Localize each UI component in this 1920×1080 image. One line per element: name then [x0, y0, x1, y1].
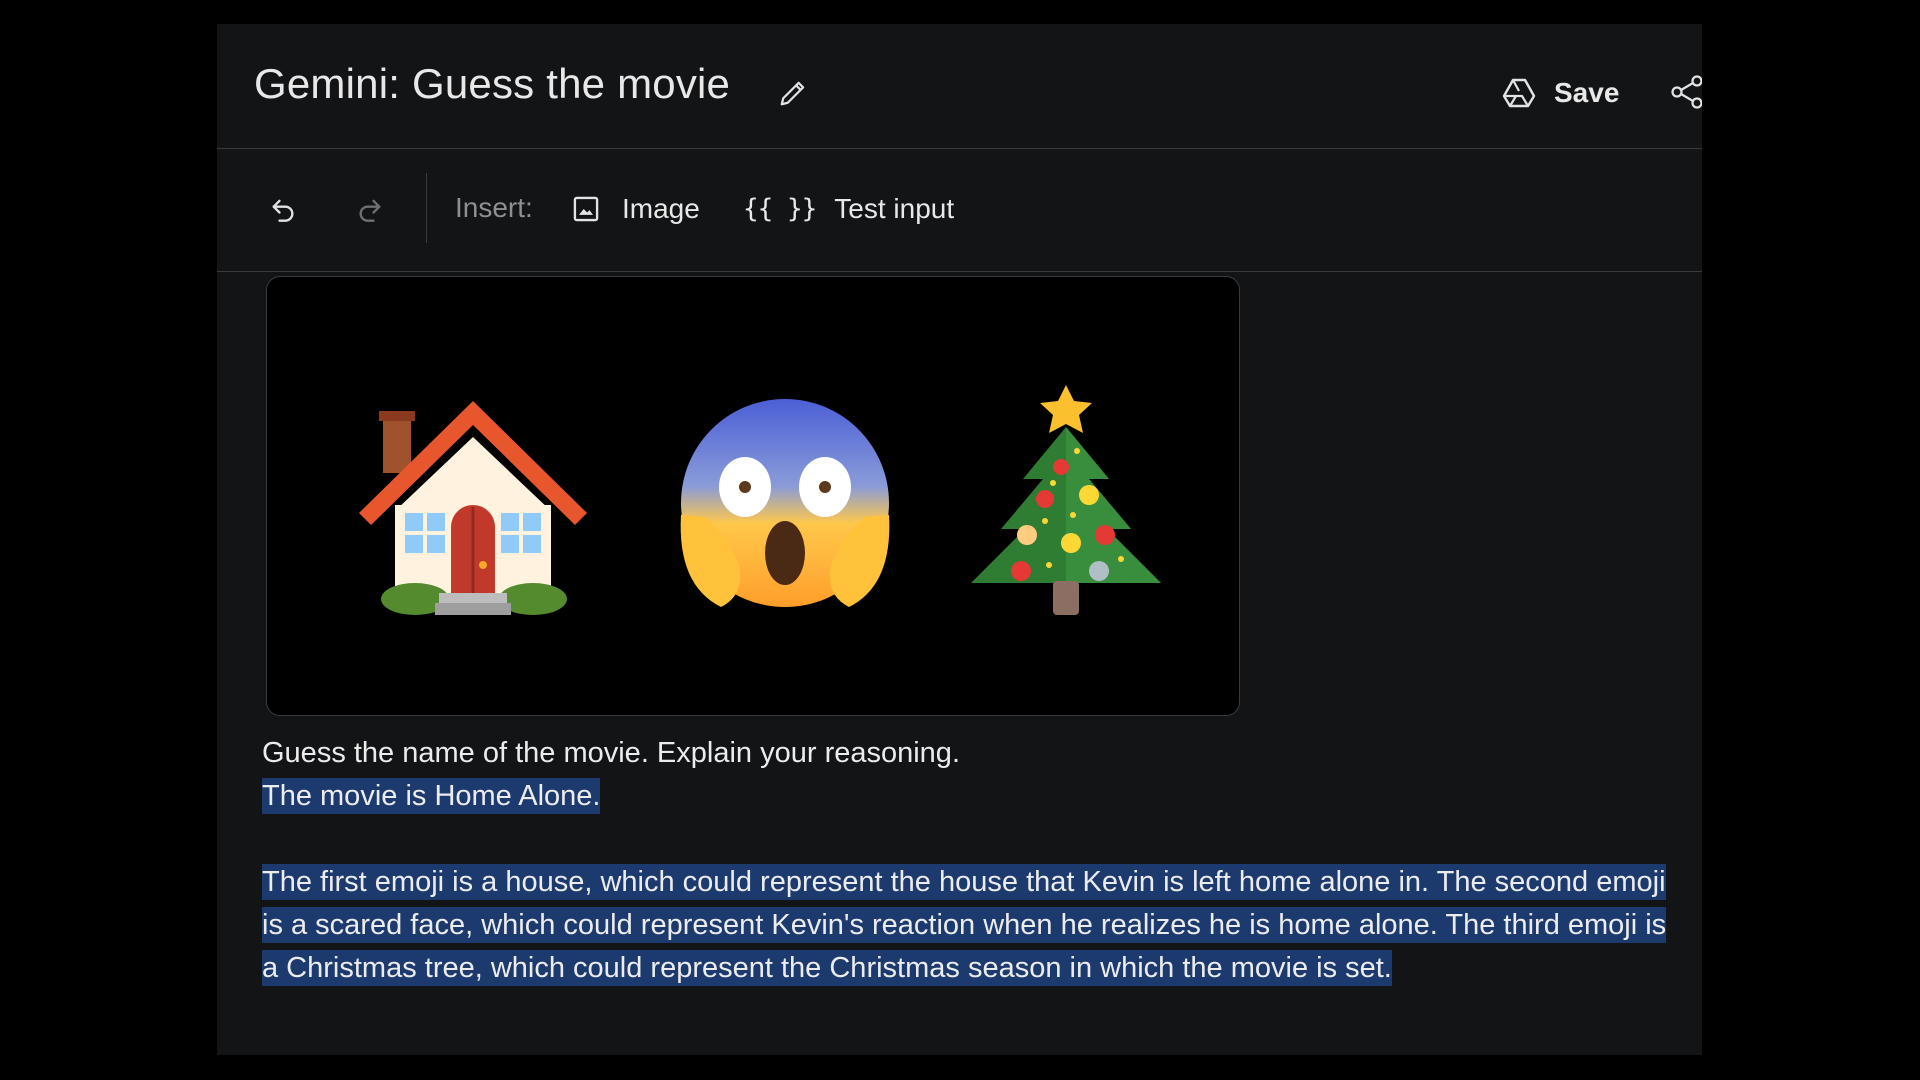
- image-icon: [573, 196, 599, 222]
- redo-icon: [359, 199, 381, 222]
- insert-label: Insert:: [455, 192, 533, 223]
- reasoning-block: The first emoji is a house, which could …: [262, 861, 1682, 990]
- insert-image-label: Image: [622, 193, 700, 224]
- redo-button[interactable]: [348, 187, 392, 231]
- pencil-icon: [780, 81, 805, 106]
- save-button[interactable]: Save: [1502, 68, 1619, 118]
- screaming-face-emoji: [680, 399, 890, 607]
- share-button[interactable]: [1669, 72, 1702, 112]
- prompt-text: Guess the name of the movie. Explain you…: [262, 737, 960, 769]
- insert-test-input-label: Test input: [834, 193, 955, 224]
- answer-text: The movie is Home Alone.: [262, 778, 601, 814]
- braces-icon: {{ }}: [743, 194, 817, 224]
- prompt-editor-window: Gemini: Guess the movie Save Insert: Ima…: [217, 24, 1702, 1055]
- prompt-title: Gemini: Guess the movie: [254, 60, 731, 107]
- reasoning-text: The first emoji is a house, which could …: [262, 864, 1667, 986]
- answer-line: The movie is Home Alone.: [262, 775, 1682, 818]
- toolbar-divider: [426, 173, 427, 243]
- share-icon: [1671, 75, 1702, 109]
- christmas-tree-emoji: [971, 385, 1161, 615]
- attached-image[interactable]: [266, 276, 1240, 716]
- house-emoji: [359, 401, 587, 615]
- drive-icon: [1502, 78, 1536, 108]
- edit-title-button[interactable]: [771, 71, 815, 115]
- header-bar: Gemini: Guess the movie Save: [217, 24, 1702, 149]
- save-label: Save: [1554, 77, 1620, 108]
- insert-image-button[interactable]: Image: [572, 187, 700, 231]
- undo-button[interactable]: [261, 187, 305, 231]
- prompt-content[interactable]: Guess the name of the movie. Explain you…: [262, 732, 1682, 990]
- toolbar: Insert: Image {{ }} Test input: [217, 149, 1702, 272]
- insert-test-input-button[interactable]: {{ }} Test input: [743, 187, 954, 231]
- undo-icon: [272, 199, 294, 222]
